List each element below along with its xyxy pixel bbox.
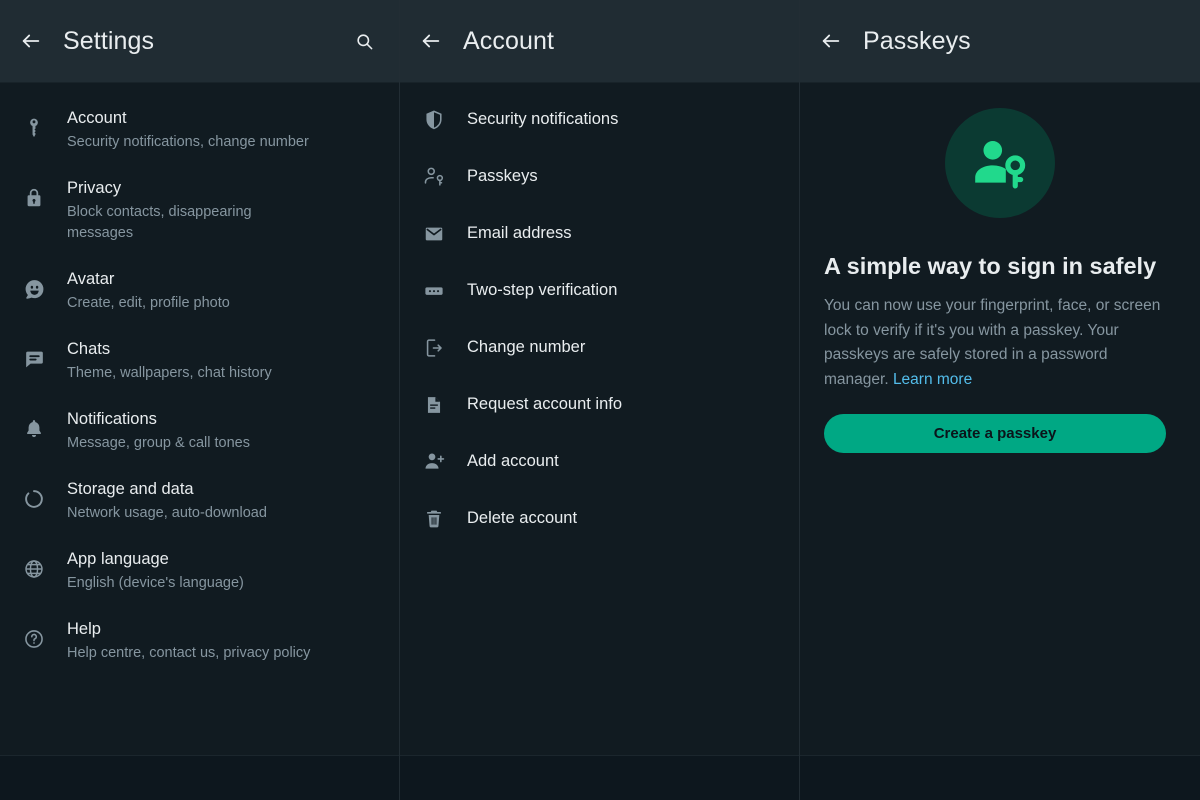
shield-icon <box>416 109 452 131</box>
account-item-security-notifications[interactable]: Security notifications <box>400 91 799 148</box>
settings-item-subtitle: Create, edit, profile photo <box>67 295 230 311</box>
account-item-label: Request account info <box>467 395 623 413</box>
chat-icon <box>16 334 52 371</box>
hero-circle <box>945 108 1055 218</box>
account-pane: Account Security notifications Passkeys … <box>400 0 800 800</box>
passkeys-heading: A simple way to sign in safely <box>824 253 1157 279</box>
account-item-delete-account[interactable]: Delete account <box>400 490 799 547</box>
settings-item-text: Notifications Message, group & call tone… <box>67 404 250 454</box>
settings-item-title: Chats <box>67 340 111 358</box>
passkeys-footer-strip <box>800 755 1200 800</box>
key-icon <box>16 103 52 139</box>
account-item-label: Email address <box>467 224 572 242</box>
settings-item-notifications[interactable]: Notifications Message, group & call tone… <box>0 394 399 464</box>
account-item-passkeys[interactable]: Passkeys <box>400 148 799 205</box>
passkeys-title: Passkeys <box>863 26 971 55</box>
settings-item-title: App language <box>67 550 169 568</box>
account-item-label: Passkeys <box>467 167 538 185</box>
account-list: Security notifications Passkeys Email ad… <box>400 83 799 547</box>
settings-item-text: Account Security notifications, change n… <box>67 103 309 153</box>
account-item-two-step-verification[interactable]: Two-step verification <box>400 262 799 319</box>
settings-item-subtitle: Help centre, contact us, privacy policy <box>67 645 311 661</box>
settings-item-title: Account <box>67 109 127 127</box>
person-key-hero-icon <box>969 132 1031 194</box>
passkeys-description-text: You can now use your fingerprint, face, … <box>824 297 1161 388</box>
envelope-icon <box>416 223 452 245</box>
settings-item-title: Avatar <box>67 270 115 288</box>
settings-item-subtitle: English (device's language) <box>67 575 244 591</box>
account-item-change-number[interactable]: Change number <box>400 319 799 376</box>
settings-item-subtitle: Theme, wallpapers, chat history <box>67 365 272 381</box>
settings-item-subtitle: Block contacts, disappearing messages <box>67 204 252 241</box>
settings-back-button[interactable] <box>14 24 48 58</box>
person-add-icon <box>416 450 452 473</box>
settings-item-title: Notifications <box>67 410 157 428</box>
avatar-icon <box>16 264 52 301</box>
settings-item-text: Avatar Create, edit, profile photo <box>67 264 230 314</box>
settings-item-app-language[interactable]: App language English (device's language) <box>0 534 399 604</box>
settings-item-privacy[interactable]: Privacy Block contacts, disappearing mes… <box>0 163 399 254</box>
settings-item-title: Help <box>67 620 101 638</box>
settings-item-help[interactable]: Help Help centre, contact us, privacy po… <box>0 604 399 674</box>
settings-item-subtitle: Message, group & call tones <box>67 435 250 451</box>
passkeys-body: A simple way to sign in safely You can n… <box>800 82 1200 755</box>
account-header: Account <box>400 0 799 82</box>
settings-item-text: App language English (device's language) <box>67 544 244 594</box>
account-item-label: Security notifications <box>467 110 619 128</box>
passkeys-pane: Passkeys A simple way to sign in safely <box>800 0 1200 800</box>
trash-icon <box>416 508 452 530</box>
settings-item-text: Chats Theme, wallpapers, chat history <box>67 334 272 384</box>
passkeys-header: Passkeys <box>800 0 1200 82</box>
settings-header: Settings <box>0 0 399 82</box>
settings-item-title: Privacy <box>67 179 122 197</box>
person-key-icon <box>416 165 452 188</box>
account-back-button[interactable] <box>414 24 448 58</box>
two-step-icon <box>416 280 452 302</box>
settings-title: Settings <box>63 26 155 55</box>
app-root: Settings Account Security notifications,… <box>0 0 1200 800</box>
account-item-label: Change number <box>467 338 586 356</box>
passkeys-back-button[interactable] <box>814 24 848 58</box>
search-icon <box>355 32 374 51</box>
phone-exit-icon <box>416 337 452 359</box>
settings-item-text: Help Help centre, contact us, privacy po… <box>67 614 310 664</box>
account-item-label: Delete account <box>467 509 578 527</box>
settings-item-text: Privacy Block contacts, disappearing mes… <box>67 173 277 244</box>
create-passkey-button[interactable]: Create a passkey <box>824 414 1166 453</box>
account-item-email-address[interactable]: Email address <box>400 205 799 262</box>
settings-item-subtitle: Network usage, auto-download <box>67 505 267 521</box>
bell-icon <box>16 404 52 440</box>
settings-footer-strip <box>0 755 399 800</box>
settings-search-button[interactable] <box>347 24 381 58</box>
settings-item-chats[interactable]: Chats Theme, wallpapers, chat history <box>0 324 399 394</box>
help-icon <box>16 614 52 650</box>
lock-icon <box>16 173 52 209</box>
globe-icon <box>16 544 52 580</box>
settings-item-subtitle: Security notifications, change number <box>67 134 309 150</box>
settings-body: Account Security notifications, change n… <box>0 82 399 755</box>
account-body: Security notifications Passkeys Email ad… <box>400 82 799 755</box>
settings-list: Account Security notifications, change n… <box>0 83 399 674</box>
learn-more-link[interactable]: Learn more <box>893 371 972 388</box>
settings-item-text: Storage and data Network usage, auto-dow… <box>67 474 267 524</box>
account-item-label: Two-step verification <box>467 281 618 299</box>
arrow-left-icon <box>420 30 442 52</box>
account-item-add-account[interactable]: Add account <box>400 433 799 490</box>
settings-pane: Settings Account Security notifications,… <box>0 0 400 800</box>
arrow-left-icon <box>20 30 42 52</box>
settings-item-account[interactable]: Account Security notifications, change n… <box>0 93 399 163</box>
passkeys-description: You can now use your fingerprint, face, … <box>824 294 1172 392</box>
settings-item-title: Storage and data <box>67 480 194 498</box>
storage-icon <box>16 474 52 510</box>
settings-item-avatar[interactable]: Avatar Create, edit, profile photo <box>0 254 399 324</box>
hero-illustration <box>824 108 1176 218</box>
account-item-label: Add account <box>467 452 559 470</box>
settings-item-storage-and-data[interactable]: Storage and data Network usage, auto-dow… <box>0 464 399 534</box>
account-footer-strip <box>400 755 799 800</box>
account-item-request-account-info[interactable]: Request account info <box>400 376 799 433</box>
account-title: Account <box>463 26 555 55</box>
arrow-left-icon <box>820 30 842 52</box>
document-icon <box>416 394 452 416</box>
